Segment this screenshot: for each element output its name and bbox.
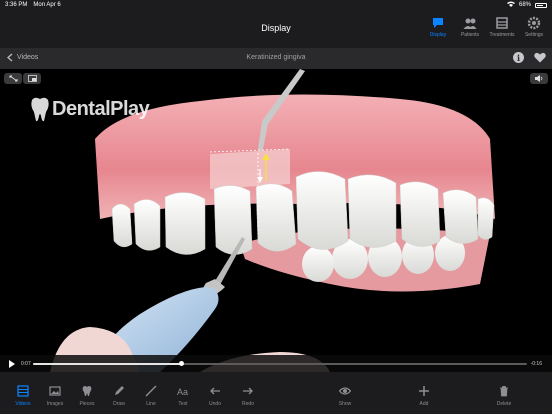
picture-in-picture-button[interactable] xyxy=(23,73,41,84)
play-button[interactable] xyxy=(9,360,15,368)
tool-label: Add xyxy=(419,401,429,407)
tab-label: Patients xyxy=(460,32,480,38)
tab-label: Display xyxy=(429,32,447,38)
tool-label: Undo xyxy=(209,401,221,407)
trash-icon xyxy=(500,386,508,397)
volume-button[interactable] xyxy=(530,73,548,84)
chat-bubble-icon xyxy=(433,18,443,28)
eye-icon xyxy=(339,387,351,395)
tool-label: Images xyxy=(46,401,64,407)
tool-label: Line xyxy=(146,401,156,407)
tool-delete[interactable]: Delete xyxy=(491,385,517,407)
tab-treatments[interactable]: Treatments xyxy=(489,16,515,38)
brand-name: DentalPlay xyxy=(52,97,150,120)
tool-label: Videos xyxy=(15,401,31,407)
tool-label: Show xyxy=(338,401,352,407)
tooth-icon xyxy=(82,386,92,396)
battery-icon xyxy=(535,2,547,8)
tool-undo[interactable]: Undo xyxy=(202,385,228,407)
tool-label: Pieces xyxy=(79,401,95,407)
nav-tabs: Display Patients Treatments Settings xyxy=(426,16,546,38)
pip-icon xyxy=(27,75,37,82)
video-title: Keratinized gingiva xyxy=(246,54,306,61)
grid-icon xyxy=(17,385,29,397)
tool-label: Text xyxy=(178,401,188,407)
tool-add[interactable]: Add xyxy=(411,385,437,407)
info-icon[interactable]: i xyxy=(513,52,524,63)
text-icon: Aa xyxy=(177,387,188,397)
scrubber-track[interactable] xyxy=(33,361,527,366)
tab-label: Settings xyxy=(524,32,544,38)
line-icon xyxy=(145,385,157,397)
tool-show[interactable]: Show xyxy=(332,385,358,407)
tool-pieces[interactable]: Pieces xyxy=(74,385,100,407)
tab-display[interactable]: Display xyxy=(426,16,450,38)
gear-icon xyxy=(527,16,541,30)
tooth-logo-icon xyxy=(31,97,49,122)
tool-text[interactable]: Aa Text xyxy=(170,385,196,407)
speaker-icon xyxy=(534,75,542,82)
tab-patients[interactable]: Patients xyxy=(458,16,482,38)
fullscreen-button[interactable] xyxy=(4,73,22,84)
tab-settings[interactable]: Settings xyxy=(522,16,546,38)
arrow-left-icon xyxy=(210,387,220,395)
svg-text:Aa: Aa xyxy=(177,387,188,397)
tool-label: Draw xyxy=(113,401,125,407)
remaining-time: -0:16 xyxy=(530,361,542,367)
status-time: 3:36 PM xyxy=(5,2,28,8)
tab-label: Treatments xyxy=(489,32,515,38)
brand-logo: DentalPlay xyxy=(30,96,150,122)
status-bar: 3:36 PM Mon Apr 6 68% xyxy=(0,0,552,10)
video-controls: 0:07 -0:16 xyxy=(0,355,552,372)
heart-icon[interactable] xyxy=(534,52,546,63)
current-time: 0:07 xyxy=(21,361,31,367)
scrubber-progress xyxy=(33,363,182,365)
wifi-icon xyxy=(506,1,515,9)
tool-draw[interactable]: Draw xyxy=(106,385,132,407)
tool-label: Delete xyxy=(496,401,512,407)
sub-navigation-bar: Videos Keratinized gingiva i xyxy=(0,48,552,69)
tool-label: Redo xyxy=(242,401,254,407)
pencil-icon xyxy=(115,386,124,395)
plus-icon xyxy=(419,386,429,396)
battery-percent: 68% xyxy=(518,2,531,8)
tool-videos[interactable]: Videos xyxy=(10,385,36,407)
status-date: Mon Apr 6 xyxy=(33,2,61,8)
bottom-toolbar: Videos Images Pieces Draw Line Aa Text U… xyxy=(0,372,552,414)
scrubber-knob[interactable] xyxy=(179,361,185,366)
tray-icon xyxy=(496,17,508,29)
expand-icon xyxy=(9,75,17,82)
tool-images[interactable]: Images xyxy=(42,385,68,407)
top-navigation: Display Display Patients Treatments Sett… xyxy=(0,10,552,48)
video-player[interactable]: DentalPlay xyxy=(0,69,552,372)
tool-redo[interactable]: Redo xyxy=(235,385,261,407)
people-icon xyxy=(463,18,477,29)
tool-line[interactable]: Line xyxy=(138,385,164,407)
arrow-right-icon xyxy=(243,387,253,395)
image-icon xyxy=(49,386,61,396)
